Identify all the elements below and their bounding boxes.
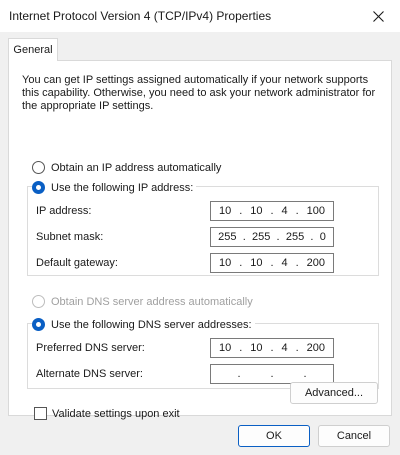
octet-dot: . <box>239 342 243 354</box>
ip-octet-2: 10 <box>250 205 263 217</box>
default-gateway-label: Default gateway: <box>36 257 118 269</box>
validate-settings-label: Validate settings upon exit <box>52 407 180 420</box>
default-gateway-row: Default gateway: 10. 10. 4. 200 <box>28 253 378 275</box>
title-bar: Internet Protocol Version 4 (TCP/IPv4) P… <box>0 0 400 32</box>
octet-dot: . <box>303 368 307 380</box>
ip-address-row: IP address: 10. 10. 4. 100 <box>28 201 378 223</box>
checkbox-unchecked-icon <box>34 407 47 420</box>
description-text: You can get IP settings assigned automat… <box>22 74 376 112</box>
ip-octet-1: 10 <box>218 205 232 217</box>
obtain-dns-auto-label: Obtain DNS server address automatically <box>51 295 253 308</box>
default-gateway-input[interactable]: 10. 10. 4. 200 <box>210 253 334 273</box>
subnet-mask-label: Subnet mask: <box>36 231 104 243</box>
subnet-octet-3: 255 <box>285 231 305 243</box>
ok-button[interactable]: OK <box>238 425 310 447</box>
pdns-octet-1: 10 <box>218 342 232 354</box>
gateway-octet-3: 4 <box>281 257 288 269</box>
obtain-dns-auto-radio[interactable]: Obtain DNS server address automatically <box>32 295 253 308</box>
octet-dot: . <box>270 342 274 354</box>
validate-settings-checkbox[interactable]: Validate settings upon exit <box>34 407 180 420</box>
gateway-octet-1: 10 <box>218 257 232 269</box>
pdns-octet-2: 10 <box>250 342 263 354</box>
octet-dot: . <box>237 368 241 380</box>
octet-dot: . <box>239 205 243 217</box>
octet-dot: . <box>295 342 299 354</box>
subnet-octet-1: 255 <box>218 231 237 243</box>
tab-general-label: General <box>13 44 53 56</box>
use-following-dns-radio[interactable]: Use the following DNS server addresses: <box>32 318 255 331</box>
use-following-ip-radio[interactable]: Use the following IP address: <box>32 181 197 194</box>
advanced-button[interactable]: Advanced... <box>290 382 378 404</box>
subnet-octet-2: 255 <box>251 231 271 243</box>
pdns-octet-4: 200 <box>306 342 325 354</box>
obtain-ip-auto-label: Obtain an IP address automatically <box>51 161 222 174</box>
pdns-octet-3: 4 <box>281 342 288 354</box>
ip-octet-4: 100 <box>306 205 325 217</box>
alternate-dns-label: Alternate DNS server: <box>36 368 143 380</box>
radio-unchecked-icon <box>32 161 45 174</box>
use-following-dns-label: Use the following DNS server addresses: <box>51 318 252 331</box>
close-icon <box>372 10 384 22</box>
octet-dot: . <box>276 231 280 243</box>
use-following-ip-label: Use the following IP address: <box>51 181 194 194</box>
radio-checked-icon <box>32 181 45 194</box>
obtain-ip-auto-radio[interactable]: Obtain an IP address automatically <box>32 161 221 174</box>
radio-disabled-icon <box>32 295 45 308</box>
preferred-dns-row: Preferred DNS server: 10. 10. 4. 200 <box>28 338 378 360</box>
ip-octet-3: 4 <box>281 205 288 217</box>
window-title: Internet Protocol Version 4 (TCP/IPv4) P… <box>9 9 272 23</box>
subnet-mask-input[interactable]: 255. 255. 255. 0 <box>210 227 334 247</box>
dns-server-group: Use the following DNS server addresses: … <box>27 318 379 389</box>
octet-dot: . <box>295 257 299 269</box>
preferred-dns-input[interactable]: 10. 10. 4. 200 <box>210 338 334 358</box>
ip-address-label: IP address: <box>36 205 92 217</box>
ip-address-input[interactable]: 10. 10. 4. 100 <box>210 201 334 221</box>
octet-dot: . <box>270 205 274 217</box>
octet-dot: . <box>239 257 243 269</box>
octet-dot: . <box>270 368 274 380</box>
radio-checked-icon <box>32 318 45 331</box>
preferred-dns-label: Preferred DNS server: <box>36 342 145 354</box>
close-button[interactable] <box>356 0 400 32</box>
ip-address-group: Use the following IP address: IP address… <box>27 181 379 276</box>
octet-dot: . <box>295 205 299 217</box>
subnet-octet-4: 0 <box>319 231 326 243</box>
general-tab-page: You can get IP settings assigned automat… <box>8 60 392 420</box>
octet-dot: . <box>310 231 314 243</box>
octet-dot: . <box>270 257 274 269</box>
gateway-octet-4: 200 <box>306 257 325 269</box>
gateway-octet-2: 10 <box>250 257 263 269</box>
subnet-mask-row: Subnet mask: 255. 255. 255. 0 <box>28 227 378 249</box>
alternate-dns-input[interactable]: . . . <box>210 364 334 384</box>
octet-dot: . <box>242 231 246 243</box>
dialog-client: General You can get IP settings assigned… <box>0 32 400 455</box>
cancel-button[interactable]: Cancel <box>318 425 390 447</box>
tab-general[interactable]: General <box>8 38 58 61</box>
